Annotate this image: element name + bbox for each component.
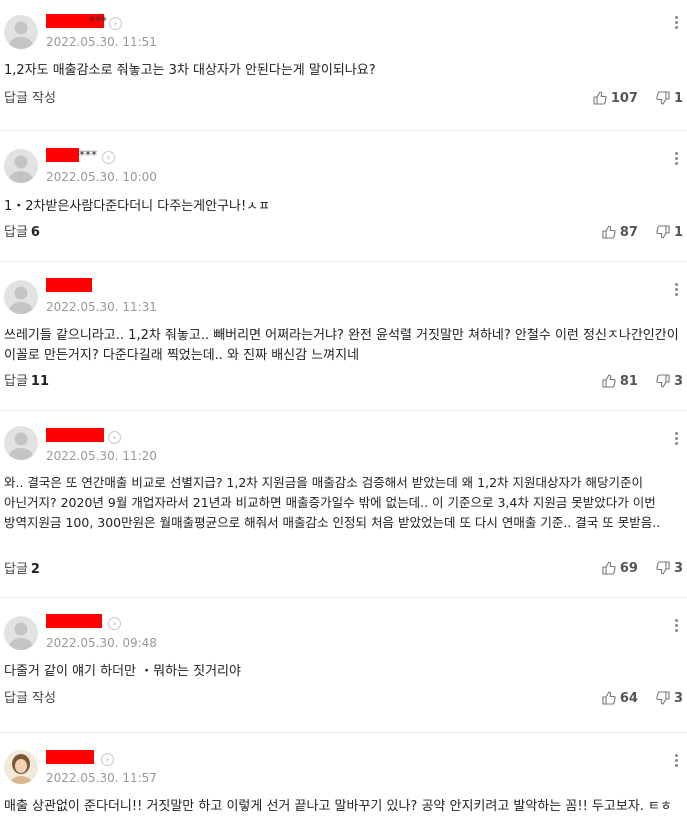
comment-item: *** › 2022.05.30. 10:00 1・2차받은사람다준다더니 다주… [0, 131, 687, 262]
default-avatar-icon[interactable] [4, 15, 38, 49]
thumbs-down-icon [656, 225, 670, 239]
like-count: 87 [619, 224, 638, 240]
reply-label: 답글 [4, 562, 28, 577]
vote-bar: 81 3 [602, 372, 683, 390]
thumbs-up-icon [602, 691, 616, 705]
like-count: 107 [610, 90, 638, 106]
dislike-button[interactable]: 1 [656, 91, 683, 106]
like-count: 69 [619, 560, 638, 576]
vote-bar: 87 1 [602, 223, 683, 241]
default-avatar-icon[interactable] [4, 426, 38, 460]
comment-timestamp: 2022.05.30. 11:31 [46, 300, 157, 314]
chevron-right-icon[interactable]: › [108, 431, 121, 444]
reply-button[interactable]: 답글 작성 [4, 90, 56, 108]
thumbs-up-icon [593, 91, 607, 105]
reply-label: 답글 작성 [4, 691, 56, 706]
comment-text: 와.. 결국은 또 연간매출 비교로 선별지급? 1,2차 지원금을 매출감소 … [4, 475, 661, 530]
thumbs-down-icon [656, 561, 670, 575]
like-button[interactable]: 69 [602, 561, 638, 576]
comment-timestamp: 2022.05.30. 09:48 [46, 636, 157, 650]
more-vertical-icon[interactable] [675, 619, 679, 635]
reply-label: 답글 [4, 225, 28, 240]
thumbs-down-icon [656, 91, 670, 105]
like-count: 64 [619, 690, 638, 706]
reply-count: 2 [30, 562, 40, 577]
like-count: 81 [619, 373, 638, 389]
chevron-right-icon[interactable]: › [109, 17, 122, 30]
thumbs-up-icon [602, 225, 616, 239]
thumbs-up-icon [602, 374, 616, 388]
comment-item: › 2022.05.30. 11:57 매출 상관없이 준다더니!! 거짓말만 … [0, 733, 687, 832]
dislike-button[interactable]: 3 [656, 374, 683, 389]
thumbs-down-icon [656, 374, 670, 388]
redacted-username[interactable] [46, 614, 102, 628]
dislike-count: 3 [673, 690, 683, 706]
dislike-count: 1 [673, 90, 683, 106]
comment-text: 매출 상관없이 준다더니!! 거짓말만 하고 이렇게 선거 끝나고 말바꾸기 있… [4, 799, 672, 814]
comment-timestamp: 2022.05.30. 10:00 [46, 170, 157, 184]
thumbs-up-icon [602, 561, 616, 575]
comment-text: 다줄거 같이 얘기 하더만 ・뭐하는 짓거리야 [4, 664, 241, 679]
dislike-button[interactable]: 3 [656, 561, 683, 576]
reply-button[interactable]: 답글 2 [4, 561, 40, 579]
comment-text: 1・2차받은사람다준다더니 다주는게안구나!ㅅㅍ [4, 199, 271, 214]
chevron-right-icon[interactable]: › [102, 151, 115, 164]
dislike-count: 3 [673, 560, 683, 576]
redacted-username[interactable] [46, 278, 92, 292]
username-suffix: *** [79, 148, 97, 162]
reply-button[interactable]: 답글 11 [4, 373, 49, 391]
default-avatar-icon[interactable] [4, 280, 38, 314]
default-avatar-icon[interactable] [4, 149, 38, 183]
chevron-right-icon[interactable]: › [108, 617, 121, 630]
like-button[interactable]: 87 [602, 225, 638, 240]
more-vertical-icon[interactable] [675, 152, 679, 168]
dislike-count: 3 [673, 373, 683, 389]
reply-label: 답글 작성 [4, 91, 56, 106]
comment-text: 쓰레기들 같으니라고.. 1,2차 줘놓고.. 빼버리면 어쩌라는거냐? 완전 … [4, 328, 679, 363]
redacted-username[interactable] [46, 148, 79, 162]
like-button[interactable]: 64 [602, 691, 638, 706]
comment-item: › 2022.05.30. 09:48 다줄거 같이 얘기 하더만 ・뭐하는 짓… [0, 598, 687, 733]
more-vertical-icon[interactable] [675, 16, 679, 32]
vote-bar: 107 1 [593, 89, 683, 107]
profile-photo[interactable] [4, 750, 38, 784]
dislike-button[interactable]: 3 [656, 691, 683, 706]
like-button[interactable]: 81 [602, 374, 638, 389]
vote-bar: 64 3 [602, 689, 683, 707]
comment-timestamp: 2022.05.30. 11:20 [46, 449, 157, 463]
reply-button[interactable]: 답글 6 [4, 224, 40, 242]
reply-count: 6 [30, 225, 40, 240]
dislike-button[interactable]: 1 [656, 225, 683, 240]
reply-label: 답글 [4, 374, 28, 389]
comment-item: › 2022.05.30. 11:20 와.. 결국은 또 연간매출 비교로 선… [0, 411, 687, 598]
more-vertical-icon[interactable] [675, 754, 679, 770]
reply-count: 11 [30, 374, 50, 389]
redacted-username[interactable] [46, 428, 104, 442]
redacted-username[interactable] [46, 750, 94, 764]
thumbs-down-icon [656, 691, 670, 705]
comment-timestamp: 2022.05.30. 11:57 [46, 771, 157, 785]
comment-item: *** › 2022.05.30. 11:51 1,2자도 매출감소로 줘놓고는… [0, 0, 687, 131]
dislike-count: 1 [673, 224, 683, 240]
username-suffix: *** [89, 14, 107, 28]
comment-timestamp: 2022.05.30. 11:51 [46, 35, 157, 49]
chevron-right-icon[interactable]: › [101, 753, 114, 766]
reply-button[interactable]: 답글 작성 [4, 690, 56, 708]
comment-text: 1,2자도 매출감소로 줘놓고는 3차 대상자가 안된다는게 말이되나요? [4, 63, 376, 78]
like-button[interactable]: 107 [593, 91, 638, 106]
default-avatar-icon[interactable] [4, 616, 38, 650]
more-vertical-icon[interactable] [675, 432, 679, 448]
vote-bar: 69 3 [602, 559, 683, 577]
comment-item: 2022.05.30. 11:31 쓰레기들 같으니라고.. 1,2차 줘놓고.… [0, 262, 687, 411]
more-vertical-icon[interactable] [675, 283, 679, 299]
